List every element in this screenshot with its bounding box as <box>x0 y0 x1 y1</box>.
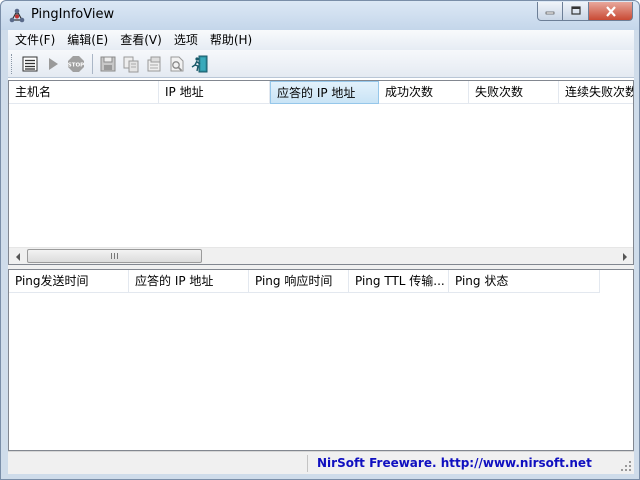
toolbar-separator <box>92 53 93 74</box>
stop-ping-button[interactable]: STOP <box>65 53 87 75</box>
column-header-ping-ttl[interactable]: Ping TTL 传输... <box>349 270 449 293</box>
horizontal-scrollbar[interactable] <box>9 247 633 264</box>
copy-icon <box>123 56 139 72</box>
ping-history-list[interactable]: Ping发送时间 应答的 IP 地址 Ping 响应时间 Ping TTL 传输… <box>8 269 634 451</box>
copy-button[interactable] <box>120 53 142 75</box>
html-report-button[interactable] <box>166 53 188 75</box>
menu-edit[interactable]: 编辑(E) <box>61 30 114 50</box>
ping-history-header: Ping发送时间 应答的 IP 地址 Ping 响应时间 Ping TTL 传输… <box>9 270 600 293</box>
status-bar: NirSoft Freeware. http://www.nirsoft.net <box>8 451 634 474</box>
start-ping-button[interactable] <box>42 53 64 75</box>
column-header-reply-ip-history[interactable]: 应答的 IP 地址 <box>129 270 249 293</box>
column-header-ping-time[interactable]: Ping发送时间 <box>9 270 129 293</box>
properties-button[interactable] <box>143 53 165 75</box>
network-nodes-icon <box>9 8 25 23</box>
ping-results-list[interactable]: 主机名 IP 地址 应答的 IP 地址 成功次数 失败次数 连续失败次数 <box>8 80 634 265</box>
options-button[interactable] <box>19 53 41 75</box>
client-area: 文件(F) 编辑(E) 查看(V) 选项 帮助(H) STOP 主机名 IP 地… <box>8 30 634 474</box>
menu-options[interactable]: 选项 <box>168 30 204 50</box>
close-button[interactable] <box>589 2 633 21</box>
window-controls <box>537 2 633 22</box>
scroll-left-button[interactable] <box>9 248 26 264</box>
app-window: PingInfoView 文件(F) 编辑(E) 查看(V) 选项 帮助(H) <box>0 0 640 480</box>
column-header-failed-count[interactable]: 失败次数 <box>469 81 559 104</box>
grip-icon <box>111 253 118 259</box>
title-bar[interactable]: PingInfoView <box>1 1 639 30</box>
properties-icon <box>147 56 161 71</box>
html-report-icon <box>170 56 184 71</box>
minimize-button[interactable] <box>537 2 563 21</box>
close-icon <box>605 5 616 17</box>
exit-icon <box>191 55 208 72</box>
exit-button[interactable] <box>189 53 211 75</box>
minimize-icon <box>545 11 555 15</box>
save-icon <box>100 56 116 71</box>
ping-results-header: 主机名 IP 地址 应答的 IP 地址 成功次数 失败次数 连续失败次数 <box>9 81 633 104</box>
stop-ping-icon: STOP <box>68 55 84 72</box>
column-header-ip-address[interactable]: IP 地址 <box>159 81 270 104</box>
scroll-thumb[interactable] <box>27 249 202 263</box>
maximize-icon <box>570 6 581 15</box>
options-icon <box>22 56 38 71</box>
start-ping-icon <box>49 57 58 70</box>
size-grip-icon[interactable] <box>620 460 632 472</box>
menu-file[interactable]: 文件(F) <box>8 30 61 50</box>
nirsoft-link[interactable]: NirSoft Freeware. http://www.nirsoft.net <box>310 455 632 472</box>
column-header-response-time[interactable]: Ping 响应时间 <box>249 270 349 293</box>
save-button[interactable] <box>97 53 119 75</box>
column-header-ping-status[interactable]: Ping 状态 <box>449 270 600 293</box>
toolbar: STOP <box>8 50 634 78</box>
scroll-right-button[interactable] <box>616 248 633 264</box>
menu-view[interactable]: 查看(V) <box>114 30 168 50</box>
svg-text:STOP: STOP <box>68 62 84 68</box>
scroll-right-icon <box>622 252 627 261</box>
menu-bar: 文件(F) 编辑(E) 查看(V) 选项 帮助(H) <box>8 30 634 50</box>
column-header-reply-ip[interactable]: 应答的 IP 地址 <box>270 81 379 104</box>
window-title: PingInfoView <box>31 7 115 22</box>
toolbar-grip[interactable] <box>11 53 14 74</box>
column-header-consecutive-failed[interactable]: 连续失败次数 <box>559 81 633 104</box>
status-panel-info <box>10 455 308 472</box>
column-header-hostname[interactable]: 主机名 <box>9 81 159 104</box>
menu-help[interactable]: 帮助(H) <box>204 30 258 50</box>
maximize-button[interactable] <box>563 2 589 21</box>
column-header-succeed-count[interactable]: 成功次数 <box>379 81 469 104</box>
scroll-left-icon <box>15 252 20 261</box>
